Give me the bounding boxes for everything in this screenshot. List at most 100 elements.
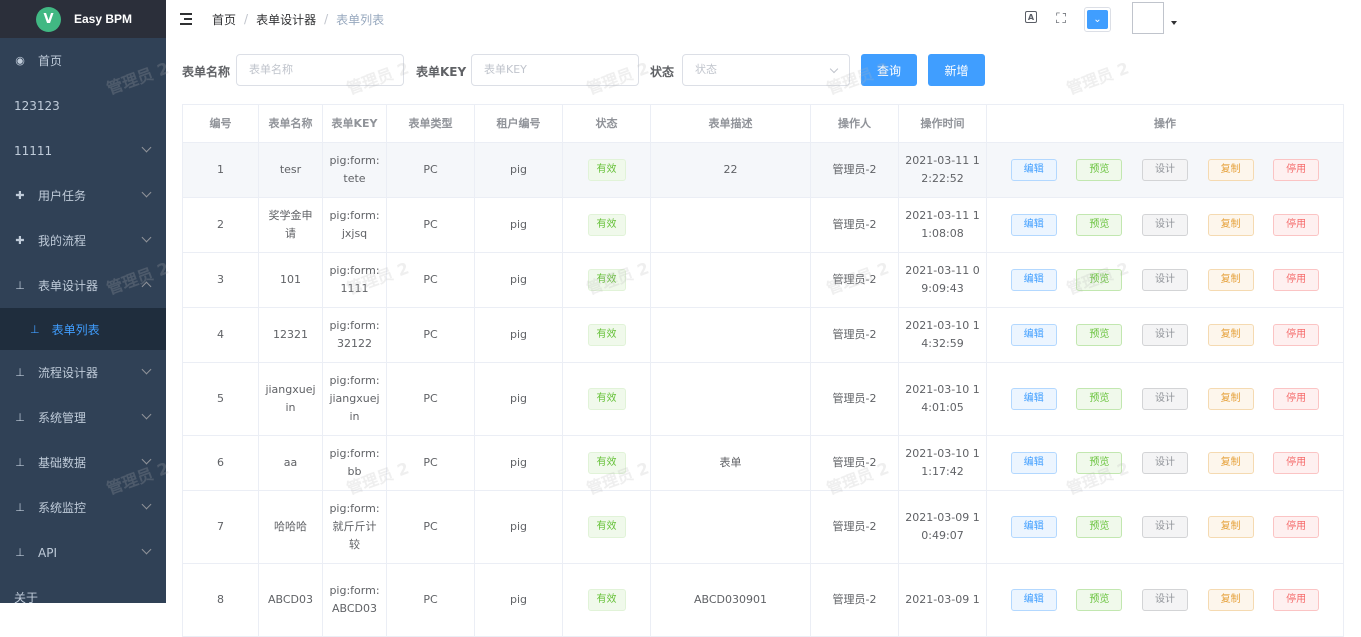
add-button[interactable]: 新增 [928,54,985,86]
cell-operator: 管理员-2 [811,198,899,252]
preview-button[interactable]: 预览 [1076,388,1123,410]
sidebar-item[interactable]: ⊥ 表单设计器 [0,263,166,308]
fullscreen-icon[interactable]: ⛶ [1053,11,1069,27]
theme-picker[interactable]: ⌄ [1084,7,1111,32]
logo[interactable]: V Easy BPM [0,0,166,38]
edit-button[interactable]: 编辑 [1010,388,1057,410]
copy-button[interactable]: 复制 [1207,589,1254,611]
column-header: 操作时间 [899,105,987,142]
cell-id: 3 [183,253,259,307]
copy-button[interactable]: 复制 [1207,388,1254,410]
preview-button[interactable]: 预览 [1076,324,1123,346]
sidebar-subitem-form-list[interactable]: ⊥ 表单列表 [0,308,166,350]
query-button[interactable]: 查询 [861,54,917,86]
sidebar-item[interactable]: 关于 [0,575,166,603]
status-select[interactable]: 状态 [682,54,850,86]
copy-button[interactable]: 复制 [1207,516,1254,538]
sidebar-item[interactable]: ⊥ API [0,530,166,575]
cell-operations: 编辑 预览 设计 复制 停用 [987,253,1344,307]
sidebar-item[interactable]: ◉ 首页 [0,38,166,83]
cell-status: 有效 [563,143,651,197]
design-button[interactable]: 设计 [1141,388,1188,410]
status-badge: 有效 [587,589,626,611]
sidebar-item[interactable]: ⊥ 基础数据 [0,440,166,485]
cell-key: pig:form:32122 [323,308,387,362]
edit-button[interactable]: 编辑 [1010,452,1057,474]
preview-button[interactable]: 预览 [1076,269,1123,291]
sidebar-item[interactable]: ✚ 我的流程 [0,218,166,263]
edit-button[interactable]: 编辑 [1010,516,1057,538]
sidebar-item[interactable]: 123123 [0,83,166,128]
sidebar-item[interactable]: ⊥ 系统监控 [0,485,166,530]
edit-button[interactable]: 编辑 [1010,269,1057,291]
breadcrumb-form-list: 表单列表 [336,12,385,27]
design-button[interactable]: 设计 [1141,516,1188,538]
sidebar-menu: ◉ 首页 123123 11111 ✚ 用户任务 ✚ 我的流程 ⊥ 表单设计器 ⊥ 表单列表 ⊥ 流程设计… [0,38,166,603]
column-header: 表单KEY [323,105,387,142]
design-button[interactable]: 设计 [1141,159,1188,181]
copy-button[interactable]: 复制 [1207,269,1254,291]
table-row[interactable]: 2 奖学金申请 pig:form:jxjsq PC pig 有效 管理员-2 2021-03-… [183,198,1344,253]
cell-time: 2021-03-10 14:32:59 [899,308,987,362]
table-row[interactable]: 5 jiangxuejin pig:form:jiangxuejin PC pig 有效 管… [183,363,1344,436]
sidebar-item[interactable]: 11111 [0,128,166,173]
cell-key: pig:form:ABCD03 [323,564,387,636]
stop-button[interactable]: 停用 [1273,452,1320,474]
stop-button[interactable]: 停用 [1273,516,1320,538]
status-badge: 有效 [587,516,626,538]
design-button[interactable]: 设计 [1141,324,1188,346]
breadcrumb-home[interactable]: 首页 [212,11,236,28]
status-badge: 有效 [587,452,626,474]
form-name-input[interactable]: 表单名称 [236,54,404,86]
table-row[interactable]: 7 哈哈哈 pig:form:就斤斤计较 PC pig 有效 管理员-2 2021-03-09… [183,491,1344,564]
design-button[interactable]: 设计 [1141,452,1188,474]
copy-button[interactable]: 复制 [1207,159,1254,181]
copy-button[interactable]: 复制 [1207,452,1254,474]
design-button[interactable]: 设计 [1141,269,1188,291]
caret-down-icon[interactable] [1171,21,1177,25]
preview-button[interactable]: 预览 [1076,452,1123,474]
cell-key: pig:form:tete [323,143,387,197]
edit-button[interactable]: 编辑 [1010,159,1057,181]
sidebar-item[interactable]: ✚ 用户任务 [0,173,166,218]
form-key-input[interactable]: 表单KEY [471,54,639,86]
stop-button[interactable]: 停用 [1273,159,1320,181]
cell-name: tesr [259,143,323,197]
sidebar-item[interactable]: ⊥ 系统管理 [0,395,166,440]
table-row[interactable]: 6 aa pig:form:bb PC pig 有效 表单 管理员-2 2021-03-10 1… [183,436,1344,491]
sidebar-item[interactable]: ⊥ 流程设计器 [0,350,166,395]
chevron-down-icon [141,454,152,465]
sidebar-item-label: 我的流程 [38,234,87,248]
hamburger-icon[interactable] [180,13,194,25]
stop-button[interactable]: 停用 [1273,269,1320,291]
cell-desc: ABCD030901 [651,564,811,636]
copy-button[interactable]: 复制 [1207,214,1254,236]
text-size-icon[interactable]: A [1025,11,1037,23]
stop-button[interactable]: 停用 [1273,214,1320,236]
form-key-label: 表单KEY [416,65,467,79]
copy-button[interactable]: 复制 [1207,324,1254,346]
preview-button[interactable]: 预览 [1076,214,1123,236]
cell-desc: 表单 [651,436,811,490]
preview-button[interactable]: 预览 [1076,516,1123,538]
stop-button[interactable]: 停用 [1273,388,1320,410]
design-button[interactable]: 设计 [1141,589,1188,611]
preview-button[interactable]: 预览 [1076,589,1123,611]
edit-button[interactable]: 编辑 [1010,324,1057,346]
cell-time: 2021-03-11 11:08:08 [899,198,987,252]
stop-button[interactable]: 停用 [1273,324,1320,346]
table-row[interactable]: 3 101 pig:form:1111 PC pig 有效 管理员-2 2021-03-11 … [183,253,1344,308]
design-button[interactable]: 设计 [1141,214,1188,236]
table-row[interactable]: 8 ABCD03 pig:form:ABCD03 PC pig 有效 ABCD030901 管… [183,564,1344,637]
sidebar-item-label: 首页 [38,54,63,68]
cell-tenant: pig [475,143,563,197]
stop-button[interactable]: 停用 [1273,589,1320,611]
preview-button[interactable]: 预览 [1076,159,1123,181]
table-row[interactable]: 4 12321 pig:form:32122 PC pig 有效 管理员-2 2021-03-… [183,308,1344,363]
table-row[interactable]: 1 tesr pig:form:tete PC pig 有效 22 管理员-2 2021-03-… [183,143,1344,198]
avatar[interactable] [1132,2,1164,34]
edit-button[interactable]: 编辑 [1010,214,1057,236]
edit-button[interactable]: 编辑 [1010,589,1057,611]
breadcrumb-form-designer[interactable]: 表单设计器 [256,11,316,28]
column-header: 状态 [563,105,651,142]
